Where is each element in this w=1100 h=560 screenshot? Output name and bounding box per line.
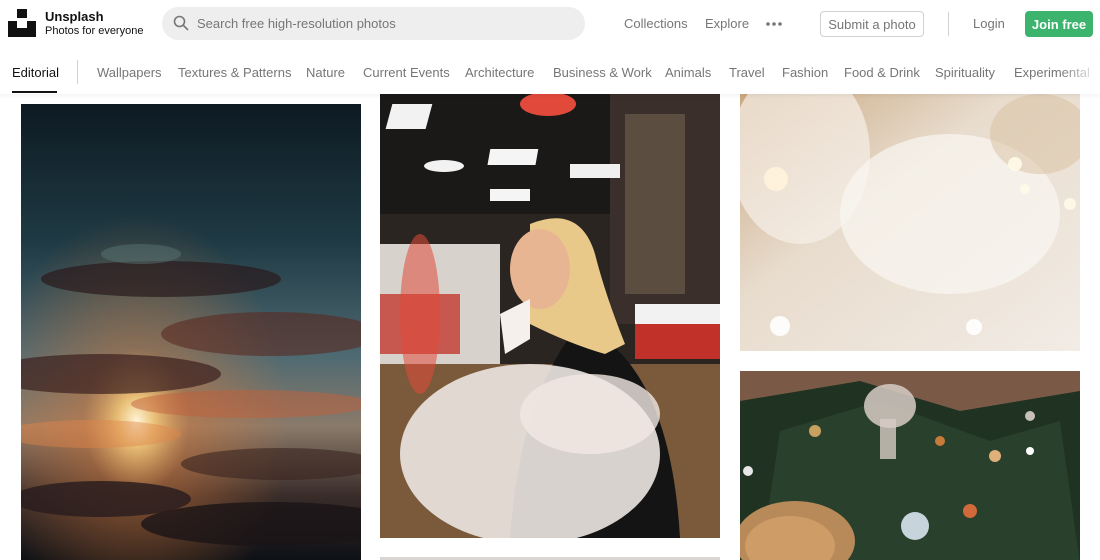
brand[interactable]: Unsplash Photos for everyone <box>45 9 143 38</box>
more-horizontal-icon[interactable] <box>765 21 783 27</box>
nav-collections[interactable]: Collections <box>624 16 688 31</box>
active-tab-indicator <box>12 91 57 93</box>
search-icon[interactable] <box>173 15 189 31</box>
unsplash-logo[interactable] <box>8 9 36 37</box>
tab-textures-patterns[interactable]: Textures & Patterns <box>178 65 291 80</box>
tab-wallpapers[interactable]: Wallpapers <box>97 65 162 80</box>
tab-food-drink[interactable]: Food & Drink <box>844 65 920 80</box>
tab-nature[interactable]: Nature <box>306 65 345 80</box>
nav-explore[interactable]: Explore <box>705 16 749 31</box>
join-free-button[interactable]: Join free <box>1025 11 1093 37</box>
header-divider <box>948 12 949 36</box>
brand-name: Unsplash <box>45 9 104 24</box>
login-link[interactable]: Login <box>973 16 1005 31</box>
photo-diner-woman[interactable] <box>380 94 720 538</box>
photo-white-fur-bokeh[interactable] <box>740 94 1080 351</box>
topic-nav: Editorial Wallpapers Textures & Patterns… <box>0 50 1100 94</box>
tabs-scroll-fade <box>1060 50 1100 94</box>
tab-architecture[interactable]: Architecture <box>465 65 534 80</box>
tab-business-work[interactable]: Business & Work <box>553 65 652 80</box>
topic-divider <box>77 60 78 84</box>
tab-spirituality[interactable]: Spirituality <box>935 65 995 80</box>
tab-current-events[interactable]: Current Events <box>363 65 450 80</box>
search-input[interactable] <box>197 7 577 40</box>
search-bar[interactable] <box>162 7 585 40</box>
brand-tagline: Photos for everyone <box>45 25 144 37</box>
tab-travel[interactable]: Travel <box>729 65 765 80</box>
tab-editorial[interactable]: Editorial <box>12 65 59 80</box>
submit-photo-button[interactable]: Submit a photo <box>820 11 924 37</box>
photo-sunset-sky[interactable] <box>21 104 361 560</box>
tab-animals[interactable]: Animals <box>665 65 711 80</box>
photo-christmas-tree[interactable] <box>740 371 1080 560</box>
top-header: Unsplash Photos for everyone Collections… <box>0 0 1100 48</box>
tab-fashion[interactable]: Fashion <box>782 65 828 80</box>
